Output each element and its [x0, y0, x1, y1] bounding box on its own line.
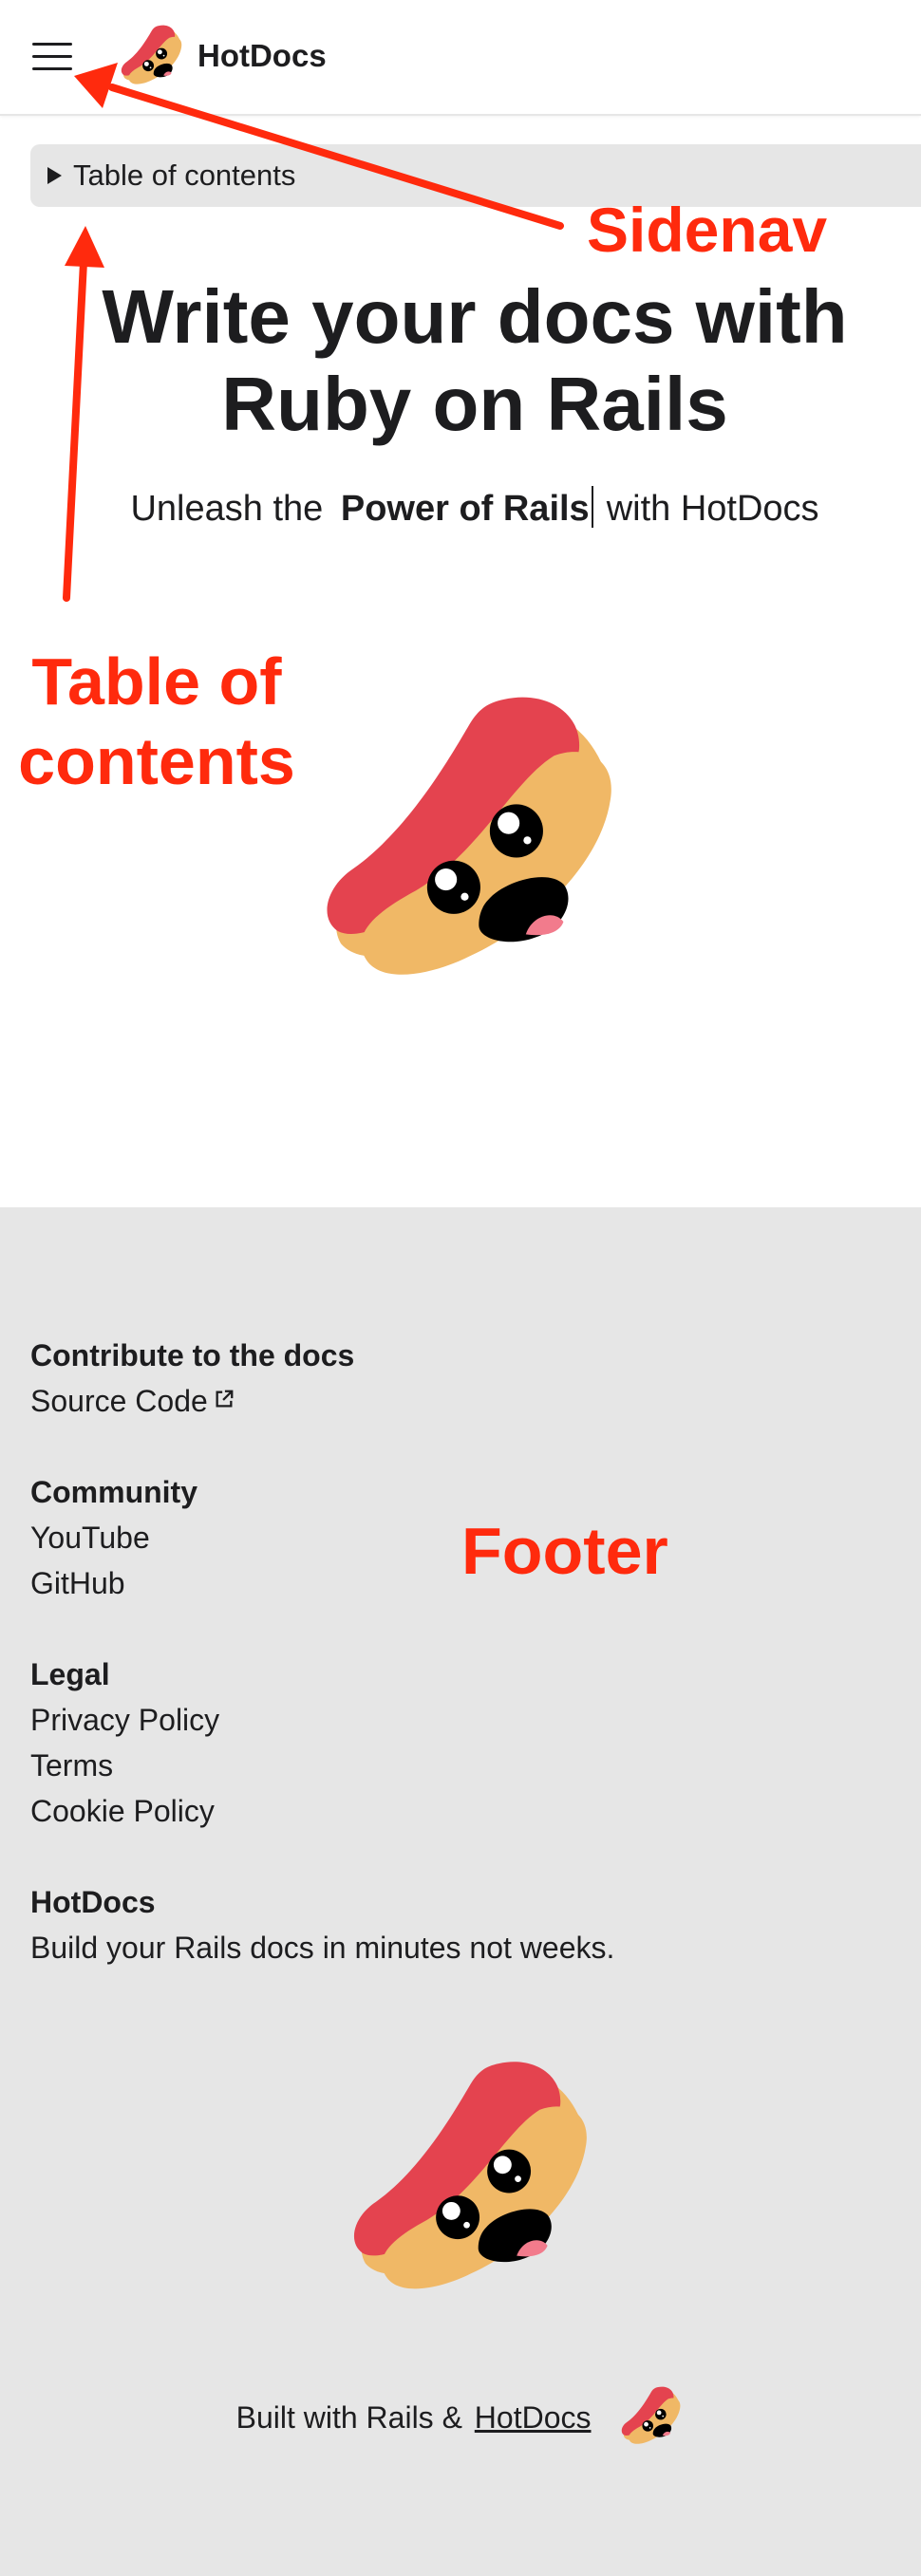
- hero-subtitle: Unleash the Power of Rails with HotDocs: [0, 486, 921, 530]
- hero-subtitle-suffix: with HotDocs: [606, 489, 819, 529]
- hamburger-menu-icon[interactable]: [27, 30, 78, 82]
- hero-title-line1: Write your docs with: [102, 274, 848, 359]
- hero-title: Write your docs with Ruby on Rails: [0, 273, 921, 448]
- hero-subtitle-strong: Power of Rails: [340, 489, 590, 529]
- triangle-right-icon: [47, 167, 62, 184]
- footer-section-contribute: Contribute to the docs Source Code: [30, 1333, 354, 1424]
- footer-heading: Legal: [30, 1657, 110, 1691]
- source-code-link[interactable]: Source Code: [30, 1378, 354, 1424]
- cookie-policy-link[interactable]: Cookie Policy: [30, 1788, 219, 1834]
- hotdog-mascot-image: [353, 2062, 587, 2289]
- footer-heading: Contribute to the docs: [30, 1338, 355, 1372]
- youtube-link[interactable]: YouTube: [30, 1515, 197, 1560]
- footer-section-community: Community YouTube GitHub: [30, 1469, 197, 1606]
- toc-label: Table of contents: [73, 159, 296, 192]
- brand-name: HotDocs: [197, 38, 327, 73]
- privacy-policy-link[interactable]: Privacy Policy: [30, 1697, 219, 1743]
- built-with-line: Built with Rails & HotDocs: [0, 2384, 921, 2449]
- hero-title-line2: Ruby on Rails: [221, 362, 728, 446]
- built-with-prefix: Built with Rails &: [235, 2400, 462, 2435]
- hotdocs-link[interactable]: HotDocs: [475, 2400, 592, 2435]
- footer-section-legal: Legal Privacy Policy Terms Cookie Policy: [30, 1652, 219, 1834]
- annotation-toc-line1: Table of: [31, 644, 282, 719]
- footer-heading: HotDocs: [30, 1885, 156, 1919]
- annotation-sidenav: Sidenav: [587, 195, 828, 265]
- annotation-toc: Table of contents: [0, 642, 313, 801]
- site-header: HotDocs: [0, 0, 921, 116]
- footer-section-hotdocs: HotDocs Build your Rails docs in minutes…: [30, 1879, 614, 1970]
- site-footer: Contribute to the docs Source Code Commu…: [0, 1207, 921, 2576]
- github-link[interactable]: GitHub: [30, 1560, 197, 1606]
- external-link-icon: [216, 1390, 234, 1408]
- hotdog-mascot-image: [327, 697, 611, 975]
- annotation-toc-line2: contents: [18, 724, 295, 798]
- typing-cursor: [591, 486, 593, 528]
- annotation-footer: Footer: [461, 1514, 668, 1588]
- hotdocs-logo-icon: [121, 25, 182, 84]
- brand-home-link[interactable]: HotDocs: [120, 23, 327, 89]
- hero-subtitle-prefix: Unleash the: [130, 489, 324, 529]
- footer-heading: Community: [30, 1475, 197, 1509]
- terms-link[interactable]: Terms: [30, 1743, 219, 1788]
- hotdocs-logo-icon: [622, 2386, 681, 2444]
- footer-tagline: Build your Rails docs in minutes not wee…: [30, 1931, 615, 1965]
